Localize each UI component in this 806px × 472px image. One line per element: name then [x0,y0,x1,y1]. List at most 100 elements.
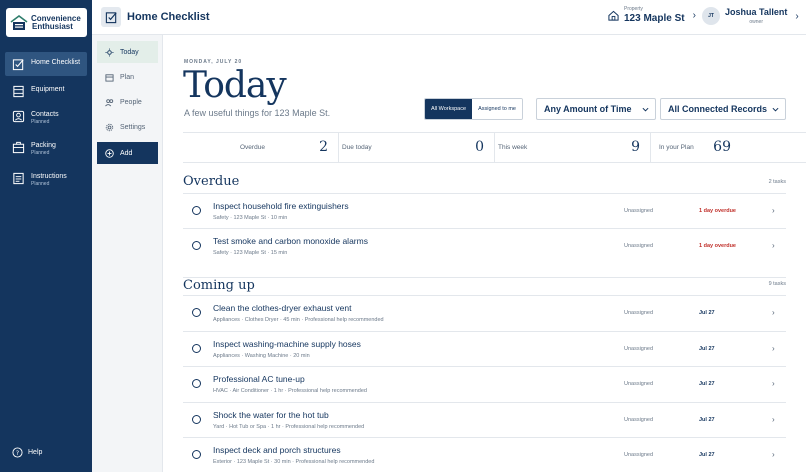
gear-icon [105,123,114,131]
chevron-right-icon: › [795,10,799,22]
task-due: Jul 27 [699,381,715,387]
task-due: Jul 27 [699,310,715,316]
user-name: Joshua Tallent [725,7,788,17]
nav-item-packing[interactable]: Packing Planned [5,135,87,163]
task-title: Inspect washing-machine supply hoses [213,339,361,349]
task-checkbox[interactable] [192,379,201,388]
nav-item-instructions[interactable]: Instructions Planned [5,166,87,194]
task-row[interactable]: Professional AC tune-up HVAC · Air Condi… [183,366,786,401]
records-filter-value: All Connected Records [668,104,768,114]
task-due: Jul 27 [699,346,715,352]
checklist-icon [105,11,117,23]
task-checkbox[interactable] [192,415,201,424]
stat-in-plan[interactable]: In your Plan 69 [651,133,806,162]
stat-due-today[interactable]: Due today 0 [339,133,495,162]
nav-item-status: Planned [31,150,50,156]
add-button[interactable]: Add [97,142,158,164]
nav-item-status: Planned [31,181,50,187]
chevron-right-icon: › [772,308,775,317]
task-assignee: Unassigned [624,346,654,352]
sub-nav-plan[interactable]: Plan [97,66,158,88]
top-bar: Home Checklist Property 123 Maple St › J… [92,0,806,35]
stat-this-week[interactable]: This week 9 [495,133,651,162]
task-meta: Yard · Hot Tub or Spa · 1 hr · Professio… [213,424,365,430]
brand-name-line2: Enthusiast [32,21,73,31]
task-due: 1 day overdue [699,243,736,249]
coming-up-title: Coming up [183,278,255,293]
sub-nav-today[interactable]: Today [97,41,158,63]
records-filter-select[interactable]: All Connected Records [660,98,786,120]
sub-nav-label: People [120,98,142,106]
property-name: 123 Maple St [624,13,685,24]
task-due: 1 day overdue [699,208,736,214]
overdue-count: 2 tasks [768,179,786,185]
task-row[interactable]: Clean the clothes-dryer exhaust vent App… [183,295,786,330]
task-checkbox[interactable] [192,241,201,250]
chevron-right-icon: › [772,450,775,459]
add-label: Add [120,149,133,157]
property-switcher[interactable]: Property 123 Maple St › [608,6,696,24]
stat-value: 9 [631,139,640,155]
help-link[interactable]: ? Help [12,447,42,458]
task-row[interactable]: Test smoke and carbon monoxide alarms Sa… [183,228,786,263]
task-due: Jul 27 [699,417,715,423]
task-checkbox[interactable] [192,344,201,353]
chevron-right-icon: › [772,241,775,250]
sub-nav-label: Today [120,48,139,56]
task-title: Inspect deck and porch structures [213,445,341,455]
main-nav: Convenience Enthusiast Home Checklist Eq… [0,0,92,472]
workspace-toggle: All Workspace Assigned to me [424,98,523,120]
avatar: JT [702,7,720,25]
stat-overdue[interactable]: Overdue 2 [183,133,339,162]
nav-item-label: Home Checklist [31,59,81,66]
nav-item-contacts[interactable]: Contacts Planned [5,104,87,132]
people-icon [105,98,114,106]
property-label: Property [624,6,643,12]
help-icon: ? [12,447,23,458]
task-title: Inspect household fire extinguishers [213,201,349,211]
stat-value: 2 [319,139,328,155]
task-row[interactable]: Shock the water for the hot tub Yard · H… [183,402,786,437]
task-checkbox[interactable] [192,308,201,317]
task-checkbox[interactable] [192,206,201,215]
today-heading: Today [183,65,287,106]
stat-label: In your Plan [659,144,694,151]
user-menu[interactable]: JT Joshua Tallent owner › [702,7,799,25]
task-due: Jul 27 [699,452,715,458]
stat-label: This week [498,144,528,151]
task-row[interactable]: Inspect washing-machine supply hoses App… [183,331,786,366]
task-assignee: Unassigned [624,310,654,316]
stat-value: 69 [713,139,731,155]
task-meta: HVAC · Air Conditioner · 1 hr · Professi… [213,388,367,394]
nav-item-status: Planned [31,119,50,125]
equipment-icon [13,85,24,98]
stat-value: 0 [475,139,484,155]
overdue-heading: Overdue [183,174,240,189]
task-meta: Appliances · Washing Machine · 20 min [213,353,310,359]
time-filter-value: Any Amount of Time [544,104,632,114]
task-assignee: Unassigned [624,417,654,423]
task-assignee: Unassigned [624,452,654,458]
all-workspace-button[interactable]: All Workspace [425,99,473,119]
nav-item-home-checklist[interactable]: Home Checklist [5,52,87,76]
task-row[interactable]: Inspect household fire extinguishers Saf… [183,193,786,228]
nav-item-label: Contacts [31,111,59,118]
assigned-to-me-button[interactable]: Assigned to me [472,99,522,119]
task-meta: Appliances · Clothes Dryer · 45 min · Pr… [213,317,384,323]
main-content: MONDAY, JULY 20 Today A few useful thing… [163,35,806,472]
nav-item-label: Instructions [31,173,67,180]
brand-logo[interactable]: Convenience Enthusiast [6,8,87,37]
task-checkbox[interactable] [192,450,201,459]
sub-nav-settings[interactable]: Settings [97,116,158,138]
time-filter-select[interactable]: Any Amount of Time [536,98,656,120]
nav-item-equipment[interactable]: Equipment [5,79,87,103]
today-subtitle: A few useful things for 123 Maple St. [184,108,331,118]
task-assignee: Unassigned [624,208,654,214]
task-assignee: Unassigned [624,381,654,387]
sub-nav-people[interactable]: People [97,91,158,113]
task-row[interactable]: Inspect deck and porch structures Exteri… [183,437,786,472]
task-meta: Exterior · 123 Maple St · 30 min · Profe… [213,459,375,465]
chevron-right-icon: › [772,415,775,424]
chevron-right-icon: › [772,344,775,353]
task-title: Shock the water for the hot tub [213,410,329,420]
